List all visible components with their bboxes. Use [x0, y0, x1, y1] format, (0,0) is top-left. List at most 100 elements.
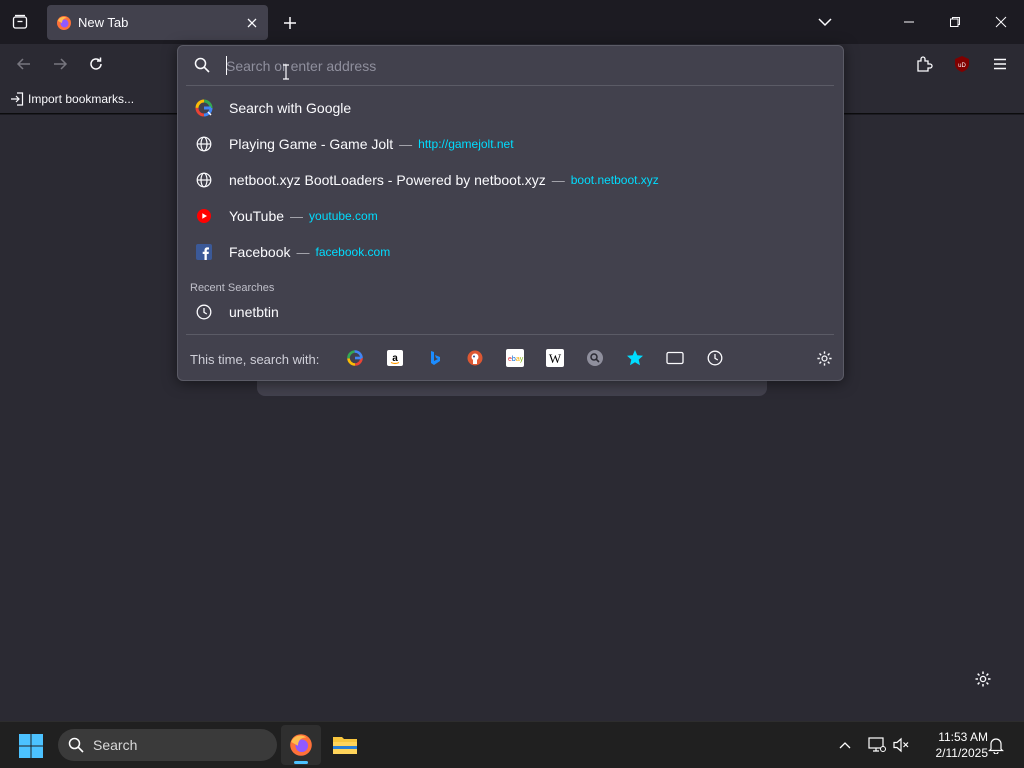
recent-search-item[interactable]: unetbtin: [186, 295, 834, 329]
close-icon: [247, 18, 257, 27]
taskbar-search-box[interactable]: Search: [58, 729, 277, 761]
search-icon: [68, 737, 84, 753]
urlbar-panel: Search with Google Playing Game - Game J…: [177, 45, 844, 381]
network-button[interactable]: [866, 734, 888, 756]
tabs-icon[interactable]: [665, 348, 685, 368]
active-indicator: [294, 761, 308, 764]
search-settings-button[interactable]: [814, 348, 834, 368]
chevron-down-icon: [818, 18, 832, 27]
ublock-origin-button[interactable]: uD: [948, 50, 976, 78]
taskbar-search-label: Search: [93, 737, 138, 753]
suggestion-url: http://gamejolt.net: [418, 137, 514, 151]
taskbar: Search 11:53 AM 2/11/2025: [0, 721, 1024, 768]
gear-icon: [975, 671, 991, 687]
reload-button[interactable]: [82, 50, 110, 78]
suggestion-title: Facebook: [229, 244, 291, 260]
windows-logo-icon: [19, 734, 43, 758]
minimize-button[interactable]: [886, 0, 932, 44]
suggestion-title: netboot.xyz BootLoaders - Powered by net…: [229, 172, 546, 188]
puzzle-icon: [917, 56, 933, 72]
forward-button[interactable]: [46, 50, 74, 78]
reload-icon: [90, 57, 102, 70]
one-off-label: This time, search with:: [190, 352, 320, 367]
bookmarks-star-icon[interactable]: [625, 348, 645, 368]
google-icon[interactable]: [345, 348, 365, 368]
suggestion-top-site[interactable]: Facebook — facebook.com: [186, 235, 834, 269]
suggestion-title: Playing Game - Game Jolt: [229, 136, 394, 152]
ublock-origin-icon: uD: [955, 56, 969, 72]
taskbar-firefox[interactable]: [281, 725, 321, 765]
window-close-button[interactable]: [978, 0, 1024, 44]
duckduckgo-icon[interactable]: [465, 348, 485, 368]
import-icon: [11, 92, 24, 106]
globe-icon: [195, 135, 213, 153]
svg-text:ebay: ebay: [508, 356, 524, 363]
divider: [186, 85, 834, 86]
divider: [186, 334, 834, 335]
google-icon: [195, 99, 213, 117]
globe-icon: [195, 171, 213, 189]
taskbar-file-explorer[interactable]: [325, 725, 365, 765]
suggestion-title: Search with Google: [229, 100, 352, 116]
suggestion-search-google[interactable]: Search with Google: [186, 91, 834, 125]
suggestion-top-site[interactable]: YouTube — youtube.com: [186, 199, 834, 233]
recent-search-title: unetbtin: [229, 304, 279, 320]
suggestion-title: YouTube: [229, 208, 285, 224]
gear-icon: [816, 350, 832, 366]
tab-title: New Tab: [78, 15, 129, 30]
tab-bar: New Tab: [0, 0, 1024, 44]
text-cursor-icon: [283, 64, 289, 80]
tab-new-tab[interactable]: New Tab: [47, 5, 268, 40]
search-engine-icon[interactable]: [585, 348, 605, 368]
firefox-icon: [290, 734, 312, 756]
browser-window: New Tab uD Import bookmarks... Search or…: [0, 0, 1024, 768]
show-hidden-icons-button[interactable]: [834, 734, 856, 756]
history-icon[interactable]: [705, 348, 725, 368]
tab-close-button[interactable]: [240, 11, 264, 35]
suggestion-url: youtube.com: [309, 209, 378, 223]
back-button[interactable]: [10, 50, 38, 78]
suggestion-history[interactable]: netboot.xyz BootLoaders - Powered by net…: [186, 163, 834, 197]
bing-icon[interactable]: [425, 348, 445, 368]
extensions-button[interactable]: [910, 50, 938, 78]
restore-button[interactable]: [932, 0, 978, 44]
svg-text:W: W: [549, 351, 562, 366]
import-bookmarks-label: Import bookmarks...: [28, 92, 135, 106]
one-off-search-bar: This time, search with: a ebay W: [178, 339, 843, 379]
suggestion-url: boot.netboot.xyz: [570, 173, 659, 187]
firefox-view-button[interactable]: [6, 8, 34, 36]
urlbar-input-row: [178, 46, 843, 86]
restore-icon: [950, 17, 960, 27]
import-bookmarks-button[interactable]: Import bookmarks...: [10, 89, 134, 109]
start-button[interactable]: [18, 733, 44, 759]
recent-searches-heading: Recent Searches: [190, 282, 275, 294]
search-icon: [194, 57, 210, 73]
new-tab-button[interactable]: [276, 9, 304, 37]
firefox-icon: [57, 15, 71, 30]
wikipedia-icon[interactable]: W: [545, 348, 565, 368]
notifications-button[interactable]: [985, 734, 1007, 756]
plus-icon: [284, 17, 296, 29]
list-all-tabs-button[interactable]: [811, 8, 839, 36]
hamburger-menu-icon: [994, 58, 1006, 70]
urlbar-input[interactable]: [226, 55, 826, 77]
svg-text:a: a: [392, 353, 398, 364]
suggestion-history[interactable]: Playing Game - Game Jolt — http://gamejo…: [186, 127, 834, 161]
text-caret: [226, 56, 227, 75]
volume-muted-icon: [893, 737, 909, 753]
suggestion-separator: —: [296, 244, 310, 260]
chevron-up-icon: [839, 742, 851, 749]
volume-button[interactable]: [890, 734, 912, 756]
system-clock[interactable]: 11:53 AM 2/11/2025: [918, 729, 989, 761]
customize-newtab-button[interactable]: [970, 666, 996, 692]
suggestion-separator: —: [399, 136, 413, 152]
arrow-left-icon: [16, 58, 30, 70]
amazon-icon[interactable]: a: [385, 348, 405, 368]
app-menu-button[interactable]: [986, 50, 1014, 78]
suggestion-separator: —: [551, 172, 565, 188]
ebay-icon[interactable]: ebay: [505, 348, 525, 368]
suggestion-separator: —: [290, 208, 304, 224]
firefox-view-icon: [12, 14, 28, 29]
history-icon: [195, 303, 213, 321]
facebook-icon: [195, 243, 213, 261]
